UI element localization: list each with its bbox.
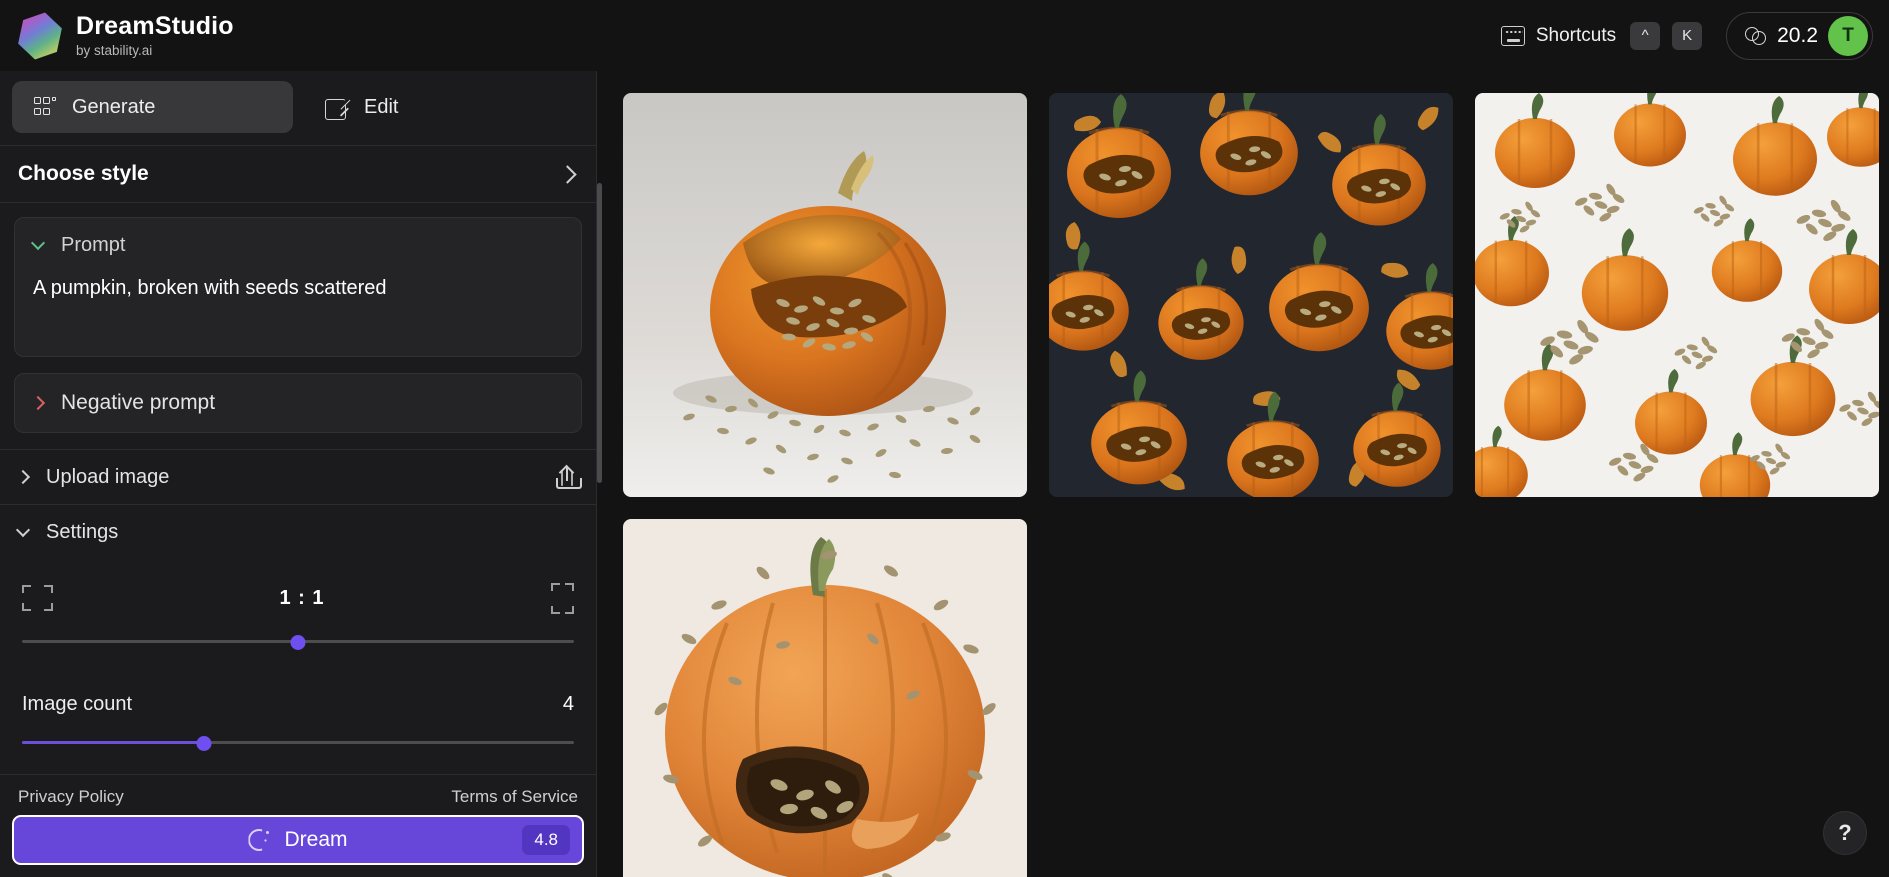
choose-style-row[interactable]: Choose style: [0, 145, 596, 203]
mode-tabs: Generate Edit: [0, 71, 596, 145]
kbd-letter: K: [1672, 21, 1703, 50]
upload-icon[interactable]: [556, 464, 582, 489]
brand-subtitle: by stability.ai: [76, 42, 153, 58]
scrollbar-thumb[interactable]: [597, 183, 602, 483]
shortcuts-button[interactable]: Shortcuts: [1500, 24, 1617, 47]
edit-icon: [325, 96, 348, 120]
slider-fill: [22, 741, 205, 744]
credits-coin-icon: [1745, 26, 1767, 46]
prompt-label: Prompt: [61, 234, 126, 256]
chevron-down-icon: [15, 522, 31, 537]
dream-button-wrap: Dream 4.8: [0, 815, 596, 877]
image-gallery: [597, 71, 1889, 877]
dream-button[interactable]: Dream 4.8: [12, 815, 584, 865]
upload-image-label: Upload image: [46, 465, 170, 488]
tab-generate-label: Generate: [72, 95, 156, 118]
settings-panel: Prompt A pumpkin, broken with seeds scat…: [0, 203, 596, 774]
negative-prompt-card[interactable]: Negative prompt: [14, 373, 582, 433]
credits-pill[interactable]: 20.2 T: [1726, 11, 1873, 60]
gallery-image-3[interactable]: [1475, 93, 1879, 497]
help-button[interactable]: ?: [1823, 811, 1867, 855]
terms-of-service-link[interactable]: Terms of Service: [451, 787, 578, 807]
upload-image-row[interactable]: Upload image: [0, 449, 596, 504]
aspect-ratio-slider[interactable]: [22, 629, 574, 653]
prompt-header[interactable]: Prompt: [30, 234, 563, 257]
gallery-image-4[interactable]: [623, 519, 1027, 877]
avatar[interactable]: T: [1828, 15, 1868, 56]
left-sidebar: Generate Edit Choose style Prompt A pump…: [0, 71, 597, 877]
privacy-policy-link[interactable]: Privacy Policy: [18, 787, 124, 807]
gallery-image-1[interactable]: [623, 93, 1027, 497]
choose-style-label: Choose style: [18, 162, 149, 185]
legal-links: Privacy Policy Terms of Service: [0, 774, 596, 815]
slider-thumb[interactable]: [290, 634, 306, 650]
page-title: DreamStudio: [76, 11, 234, 40]
settings-label: Settings: [46, 520, 119, 543]
brand-text: DreamStudio by stability.ai: [76, 11, 234, 58]
keyboard-icon: [1500, 25, 1525, 46]
header-right: Shortcuts ^ K 20.2 T: [1500, 11, 1873, 60]
settings-row[interactable]: Settings: [0, 504, 596, 559]
moon-icon: [248, 829, 270, 851]
portrait-frame-icon[interactable]: [551, 582, 574, 614]
gallery-scrollbar[interactable]: [597, 71, 602, 877]
negative-prompt-label: Negative prompt: [61, 391, 216, 414]
chevron-right-icon: [558, 164, 577, 184]
kbd-modifier: ^: [1630, 21, 1661, 50]
chevron-down-icon: [30, 235, 46, 251]
prompt-card[interactable]: Prompt A pumpkin, broken with seeds scat…: [14, 217, 582, 357]
landscape-frame-icon[interactable]: [22, 585, 53, 611]
chevron-right-icon: [15, 469, 31, 485]
dream-button-label: Dream: [284, 828, 348, 851]
brand[interactable]: DreamStudio by stability.ai: [18, 12, 234, 60]
prompt-input[interactable]: A pumpkin, broken with seeds scattered: [33, 275, 563, 302]
chevron-right-icon: [30, 395, 46, 411]
sidebar-footer: Privacy Policy Terms of Service Dream 4.…: [0, 774, 596, 877]
grid-icon: [34, 97, 56, 117]
tab-generate[interactable]: Generate: [12, 81, 293, 133]
dreamstudio-logo-icon: [13, 7, 66, 63]
aspect-ratio-row: 1 : 1: [22, 581, 574, 615]
image-count-row: Image count 4: [22, 693, 574, 716]
image-gallery-area: ?: [597, 71, 1889, 877]
image-count-value: 4: [562, 693, 574, 715]
gallery-image-2[interactable]: [1049, 93, 1453, 497]
app-header: DreamStudio by stability.ai Shortcuts ^ …: [0, 0, 1889, 71]
slider-thumb[interactable]: [196, 735, 212, 751]
app-body: Generate Edit Choose style Prompt A pump…: [0, 71, 1889, 877]
credits-value: 20.2: [1777, 23, 1818, 47]
image-count-label: Image count: [22, 693, 133, 715]
image-count-slider[interactable]: [22, 730, 574, 754]
aspect-ratio-value: 1 : 1: [279, 586, 325, 609]
settings-body: 1 : 1 Image count 4: [0, 559, 596, 754]
tab-edit[interactable]: Edit: [303, 81, 584, 133]
dreamstudio-app: DreamStudio by stability.ai Shortcuts ^ …: [0, 0, 1889, 877]
tab-edit-label: Edit: [364, 95, 399, 118]
shortcuts-label: Shortcuts: [1535, 24, 1617, 46]
dream-cost-badge: 4.8: [522, 825, 570, 855]
